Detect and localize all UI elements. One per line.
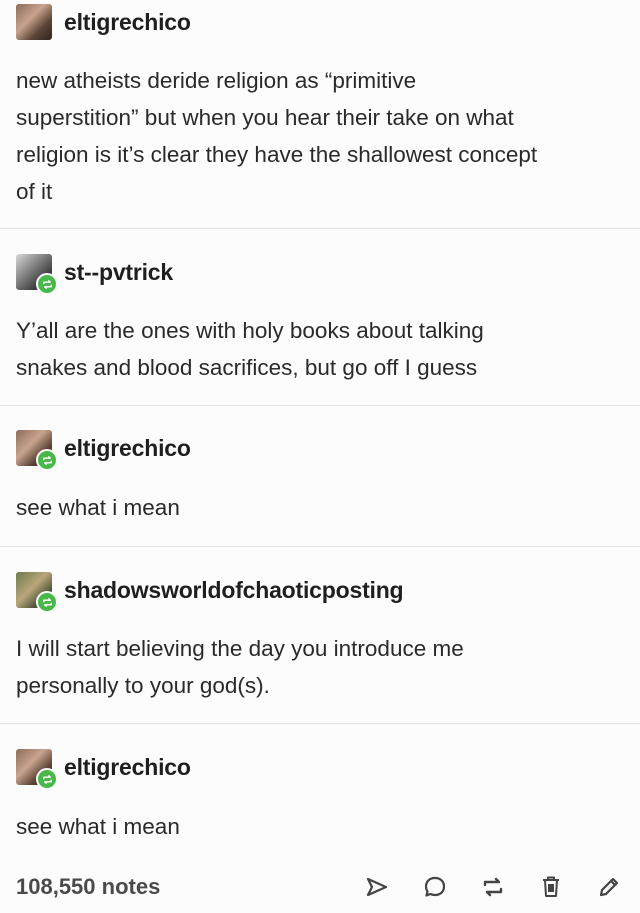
post-body: I will start believing the day you intro…	[16, 630, 616, 704]
username[interactable]: eltigrechico	[64, 754, 191, 781]
tumblr-post: eltigrechico new atheists deride religio…	[0, 0, 640, 913]
username[interactable]: st--pvtrick	[64, 259, 173, 286]
post-body: new atheists deride religion as “primiti…	[16, 62, 616, 210]
text-line: personally to your god(s).	[16, 673, 270, 698]
text-line: I will start believing the day you intro…	[16, 636, 464, 661]
send-icon[interactable]	[362, 872, 392, 902]
divider	[0, 405, 640, 406]
text-line: see what i mean	[16, 814, 180, 839]
notes-count[interactable]: 108,550 notes	[16, 874, 160, 900]
username[interactable]: shadowsworldofchaoticposting	[64, 577, 404, 604]
text-line: Y’all are the ones with holy books about…	[16, 318, 484, 343]
reblog-badge-icon	[36, 273, 58, 295]
divider	[0, 228, 640, 229]
avatar[interactable]	[16, 749, 58, 790]
delete-icon[interactable]	[536, 872, 566, 902]
post-header: eltigrechico	[16, 2, 191, 42]
post-header: shadowsworldofchaoticposting	[16, 570, 404, 613]
reply-icon[interactable]	[420, 872, 450, 902]
avatar[interactable]	[16, 572, 58, 613]
text-line: religion is it’s clear they have the sha…	[16, 142, 538, 167]
post-header: st--pvtrick	[16, 252, 173, 295]
post-footer: 108,550 notes	[16, 864, 624, 910]
post-header: eltigrechico	[16, 428, 191, 471]
post-header: eltigrechico	[16, 747, 191, 790]
avatar[interactable]	[16, 4, 52, 40]
avatar[interactable]	[16, 254, 58, 295]
reblog-badge-icon	[36, 768, 58, 790]
reblog-icon[interactable]	[478, 872, 508, 902]
username[interactable]: eltigrechico	[64, 435, 191, 462]
divider	[0, 723, 640, 724]
avatar-image	[16, 4, 52, 40]
post-body: see what i mean	[16, 808, 616, 845]
divider	[0, 546, 640, 547]
reblog-badge-icon	[36, 591, 58, 613]
text-line: of it	[16, 179, 53, 204]
post-body: Y’all are the ones with holy books about…	[16, 312, 616, 386]
text-line: see what i mean	[16, 495, 180, 520]
post-body: see what i mean	[16, 489, 616, 526]
avatar[interactable]	[16, 430, 58, 471]
text-line: new atheists deride religion as “primiti…	[16, 68, 417, 93]
post-actions	[334, 864, 624, 910]
reblog-badge-icon	[36, 449, 58, 471]
username[interactable]: eltigrechico	[64, 9, 191, 36]
edit-icon[interactable]	[594, 872, 624, 902]
text-line: superstition” but when you hear their ta…	[16, 105, 514, 130]
text-line: snakes and blood sacrifices, but go off …	[16, 355, 478, 380]
